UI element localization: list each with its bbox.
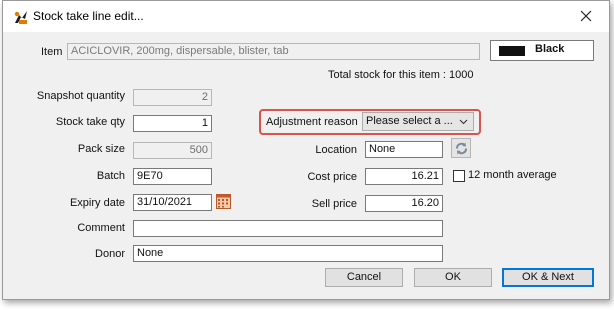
- dialog-body: Item ACICLOVIR, 200mg, dispersable, blis…: [3, 32, 609, 299]
- pack-size-field: 500: [133, 142, 212, 159]
- color-selector[interactable]: Black: [490, 40, 594, 61]
- color-swatch: [499, 46, 525, 56]
- app-icon: [14, 11, 27, 24]
- item-field: ACICLOVIR, 200mg, dispersable, blister, …: [67, 43, 480, 60]
- expiry-date-field[interactable]: 31/10/2021: [133, 194, 212, 211]
- total-stock-text: Total stock for this item : 1000: [328, 69, 474, 81]
- twelve-month-average-checkbox[interactable]: [453, 170, 465, 182]
- adjustment-reason-value: Please select a ...: [366, 115, 453, 127]
- cancel-button[interactable]: Cancel: [325, 268, 403, 287]
- window-title: Stock take line edit...: [33, 9, 144, 23]
- refresh-button[interactable]: [451, 138, 471, 158]
- ok-next-button[interactable]: OK & Next: [502, 268, 594, 287]
- batch-label: Batch: [96, 170, 125, 182]
- snapshot-quantity-field: 2: [133, 89, 212, 106]
- donor-label: Donor: [95, 248, 125, 260]
- stock-take-line-dialog: Stock take line edit... Item ACICLOVIR, …: [2, 0, 610, 300]
- title-bar: Stock take line edit...: [3, 1, 609, 32]
- cost-price-field[interactable]: 16.21: [365, 168, 443, 185]
- location-label: Location: [315, 144, 357, 156]
- comment-label: Comment: [77, 222, 125, 234]
- calendar-icon[interactable]: [216, 194, 231, 209]
- donor-field[interactable]: None: [133, 245, 443, 262]
- refresh-icon: [456, 142, 467, 155]
- snapshot-quantity-label: Snapshot quantity: [36, 90, 125, 102]
- item-label: Item: [41, 46, 63, 58]
- cost-price-label: Cost price: [307, 171, 357, 183]
- close-icon[interactable]: [575, 6, 597, 26]
- sell-price-label: Sell price: [311, 198, 357, 210]
- stock-take-qty-field[interactable]: 1: [133, 115, 212, 132]
- ok-button[interactable]: OK: [414, 268, 492, 287]
- twelve-month-average-label: 12 month average: [468, 169, 557, 181]
- stock-take-qty-label: Stock take qty: [55, 116, 125, 128]
- color-name: Black: [535, 43, 565, 55]
- batch-field[interactable]: 9E70: [133, 168, 212, 185]
- comment-field[interactable]: [133, 220, 443, 237]
- sell-price-field[interactable]: 16.20: [365, 195, 443, 212]
- adjustment-reason-dropdown[interactable]: Please select a ...: [362, 112, 474, 131]
- chevron-down-icon: [459, 119, 468, 125]
- location-field[interactable]: None: [365, 141, 443, 158]
- pack-size-label: Pack size: [77, 143, 125, 155]
- adjustment-reason-label: Adjustment reason: [266, 116, 358, 128]
- expiry-date-label: Expiry date: [69, 197, 125, 209]
